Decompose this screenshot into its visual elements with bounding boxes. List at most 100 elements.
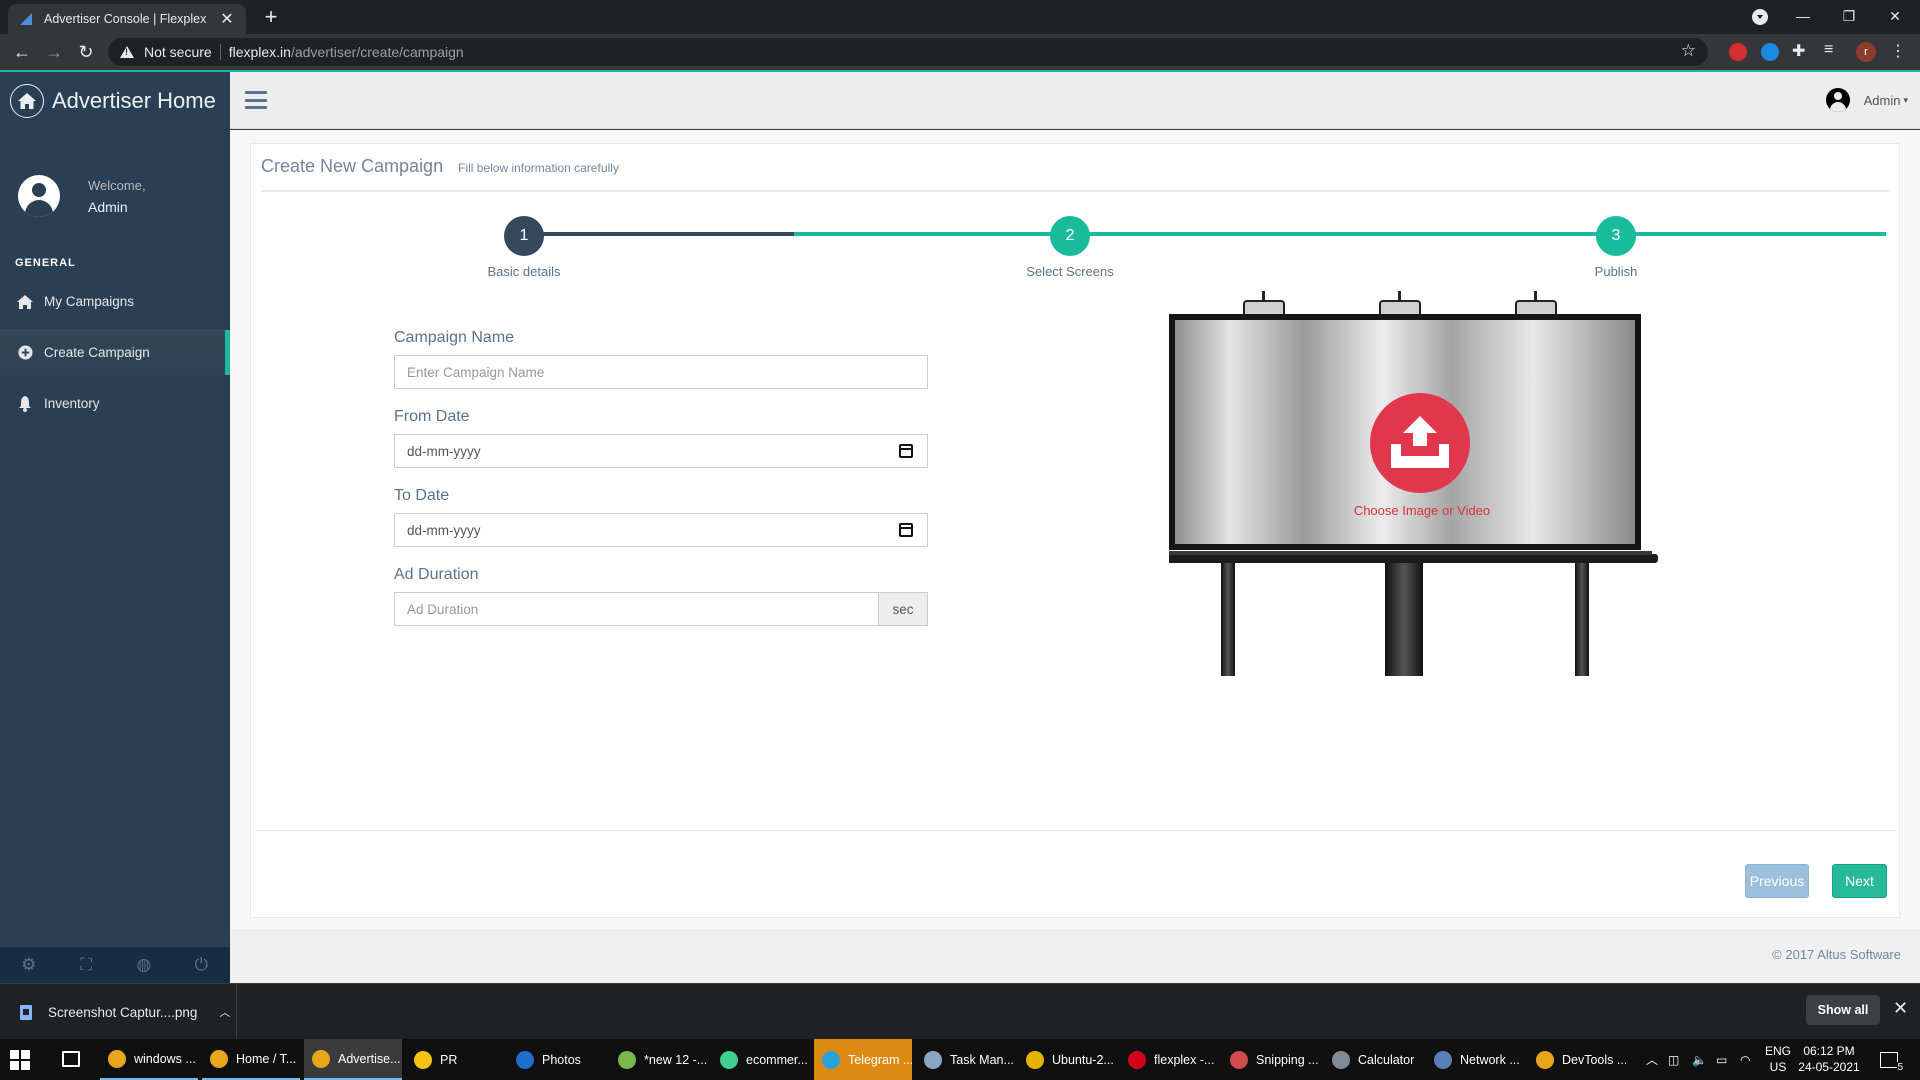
from-date-label: From Date [394,408,470,425]
profile-avatar[interactable]: r [1856,42,1876,62]
brand[interactable]: Advertiser Home [0,72,230,129]
taskbar-app[interactable]: Network ... [1426,1039,1524,1080]
app-icon [1332,1050,1350,1069]
taskbar-app[interactable]: ecommer... [712,1039,810,1080]
from-date-input[interactable]: dd-mm-yyyy [394,434,928,468]
system-clock[interactable]: 06:12 PM 24-05-2021 [1796,1043,1862,1075]
welcome-user-name: Admin [88,198,128,215]
forward-icon[interactable]: → [42,40,66,64]
ad-duration-input[interactable]: Ad Duration [394,592,879,626]
bookmark-star-icon[interactable]: ☆ [1681,41,1696,61]
calendar-icon[interactable] [899,444,913,458]
address-bar[interactable]: Not secure flexplex.in/advertiser/create… [108,38,1708,66]
campaign-name-input[interactable]: Enter Campaign Name [394,355,928,389]
to-date-value: dd-mm-yyyy [407,522,481,538]
tab-search-icon[interactable] [1752,9,1768,25]
close-shelf-icon[interactable]: ✕ [1893,998,1908,1019]
taskbar-app[interactable]: Photos [508,1039,606,1080]
reload-icon[interactable]: ↻ [74,40,98,64]
extensions-puzzle-icon[interactable]: ✚ [1792,41,1805,61]
lock-icon[interactable]: ◍ [115,947,173,983]
taskbar-app[interactable]: Ubuntu-2... [1018,1039,1116,1080]
security-label: Not secure [144,44,212,60]
page-subtitle: Fill below information carefully [458,161,619,175]
windows-start-icon[interactable] [10,1050,30,1070]
vpn-extension-icon[interactable] [1761,43,1779,61]
restore-icon[interactable]: ❐ [1826,0,1872,34]
sidebar-item-my-campaigns[interactable]: My Campaigns [0,279,230,324]
wizard-step-number: 2 [1050,216,1090,256]
taskbar-app[interactable]: *new 12 -... [610,1039,708,1080]
power-icon[interactable]: ⏻ [173,947,231,983]
taskbar-app[interactable]: Calculator [1324,1039,1422,1080]
fullscreen-icon[interactable]: ⛶ [58,947,116,983]
taskbar-app-label: DevTools ... [1562,1052,1626,1067]
meet-now-icon[interactable]: ◫ [1668,1039,1679,1080]
browser-menu-icon[interactable]: ⋮ [1890,41,1906,61]
taskbar-app[interactable]: Telegram ... [814,1039,912,1080]
wifi-icon[interactable]: ◠ [1740,1039,1750,1080]
chevron-down-icon: ▾ [1903,94,1908,105]
show-all-downloads-button[interactable]: Show all [1806,995,1880,1025]
top-navbar: Admin ▾ [230,72,1920,129]
app-icon [618,1050,636,1069]
minimize-icon[interactable]: — [1780,0,1826,34]
menu-toggle-icon[interactable] [245,91,267,109]
taskbar-app[interactable]: Snipping ... [1222,1039,1320,1080]
wizard-step-2[interactable]: 2 Select Screens [1000,216,1140,279]
app-footer: © 2017 Altus Software [230,930,1920,983]
download-item[interactable]: Screenshot Captur....png ︿ [0,984,237,1040]
previous-button[interactable]: Previous [1745,864,1809,898]
language-code: ENG [1764,1044,1791,1058]
close-window-icon[interactable]: ✕ [1872,0,1918,34]
user-dropdown[interactable]: Admin ▾ [1825,88,1908,112]
region-code: US [1769,1060,1787,1074]
ad-duration-group: Ad Duration Ad Duration sec [394,566,928,626]
app-icon [924,1050,942,1069]
browser-tab[interactable]: Advertiser Console | Flexplex ✕ [8,4,246,34]
taskbar-app[interactable]: windows ... [100,1039,198,1080]
back-icon[interactable]: ← [10,40,34,64]
tray-overflow-icon[interactable]: ︿ [1646,1039,1658,1080]
tab-close-icon[interactable]: ✕ [218,9,236,29]
page-title: Create New Campaign [261,156,444,176]
calendar-icon[interactable] [899,523,913,537]
wizard-step-3[interactable]: 3 Publish [1546,216,1686,279]
notification-center-icon[interactable]: 5 [1880,1039,1903,1080]
browser-toolbar: ← → ↻ Not secure flexplex.in/advertiser/… [0,34,1920,70]
home-icon [16,294,34,309]
taskbar-app[interactable]: flexplex -... [1120,1039,1218,1080]
menu-section-title: GENERAL [15,257,76,269]
taskbar-app[interactable]: Task Man... [916,1039,1014,1080]
upload-media-label[interactable]: Choose Image or Video [1272,503,1572,518]
app-icon [312,1049,330,1068]
settings-icon[interactable]: ⚙ [0,947,58,983]
sidebar-item-create-campaign[interactable]: Create Campaign [0,330,230,375]
next-button[interactable]: Next [1832,864,1887,898]
taskbar-app[interactable]: Home / T... [202,1039,300,1080]
upload-media-button[interactable] [1370,393,1470,493]
app-icon [414,1050,432,1069]
wizard-step-1[interactable]: 1 Basic details [454,216,594,279]
taskbar-app[interactable]: DevTools ... [1528,1039,1626,1080]
taskbar-app[interactable]: Advertise... [304,1039,402,1080]
download-file-name: Screenshot Captur....png [48,1004,198,1020]
taskbar-app[interactable]: PR [406,1039,504,1080]
app-icon [1026,1050,1044,1069]
volume-icon[interactable]: 🔈 [1692,1039,1707,1080]
sidebar-item-inventory[interactable]: Inventory [0,381,230,426]
task-view-icon[interactable] [62,1051,80,1067]
chevron-up-icon[interactable]: ︿ [219,1004,230,1020]
ad-duration-unit: sec [879,592,928,626]
input-language[interactable]: ENG US [1764,1043,1792,1075]
to-date-input[interactable]: dd-mm-yyyy [394,513,928,547]
app-icon [720,1050,738,1069]
adblock-extension-icon[interactable] [1729,43,1747,61]
wizard-step-label: Publish [1594,264,1638,279]
wizard-step-label: Select Screens [1026,264,1114,279]
battery-icon[interactable]: ▭ [1716,1039,1727,1080]
sidebar: Advertiser Home Welcome, Admin GENERAL M… [0,72,230,983]
reading-list-icon[interactable]: ≡ [1824,41,1833,59]
new-tab-button[interactable]: + [258,4,284,30]
taskbar-app-label: PR [440,1052,458,1067]
